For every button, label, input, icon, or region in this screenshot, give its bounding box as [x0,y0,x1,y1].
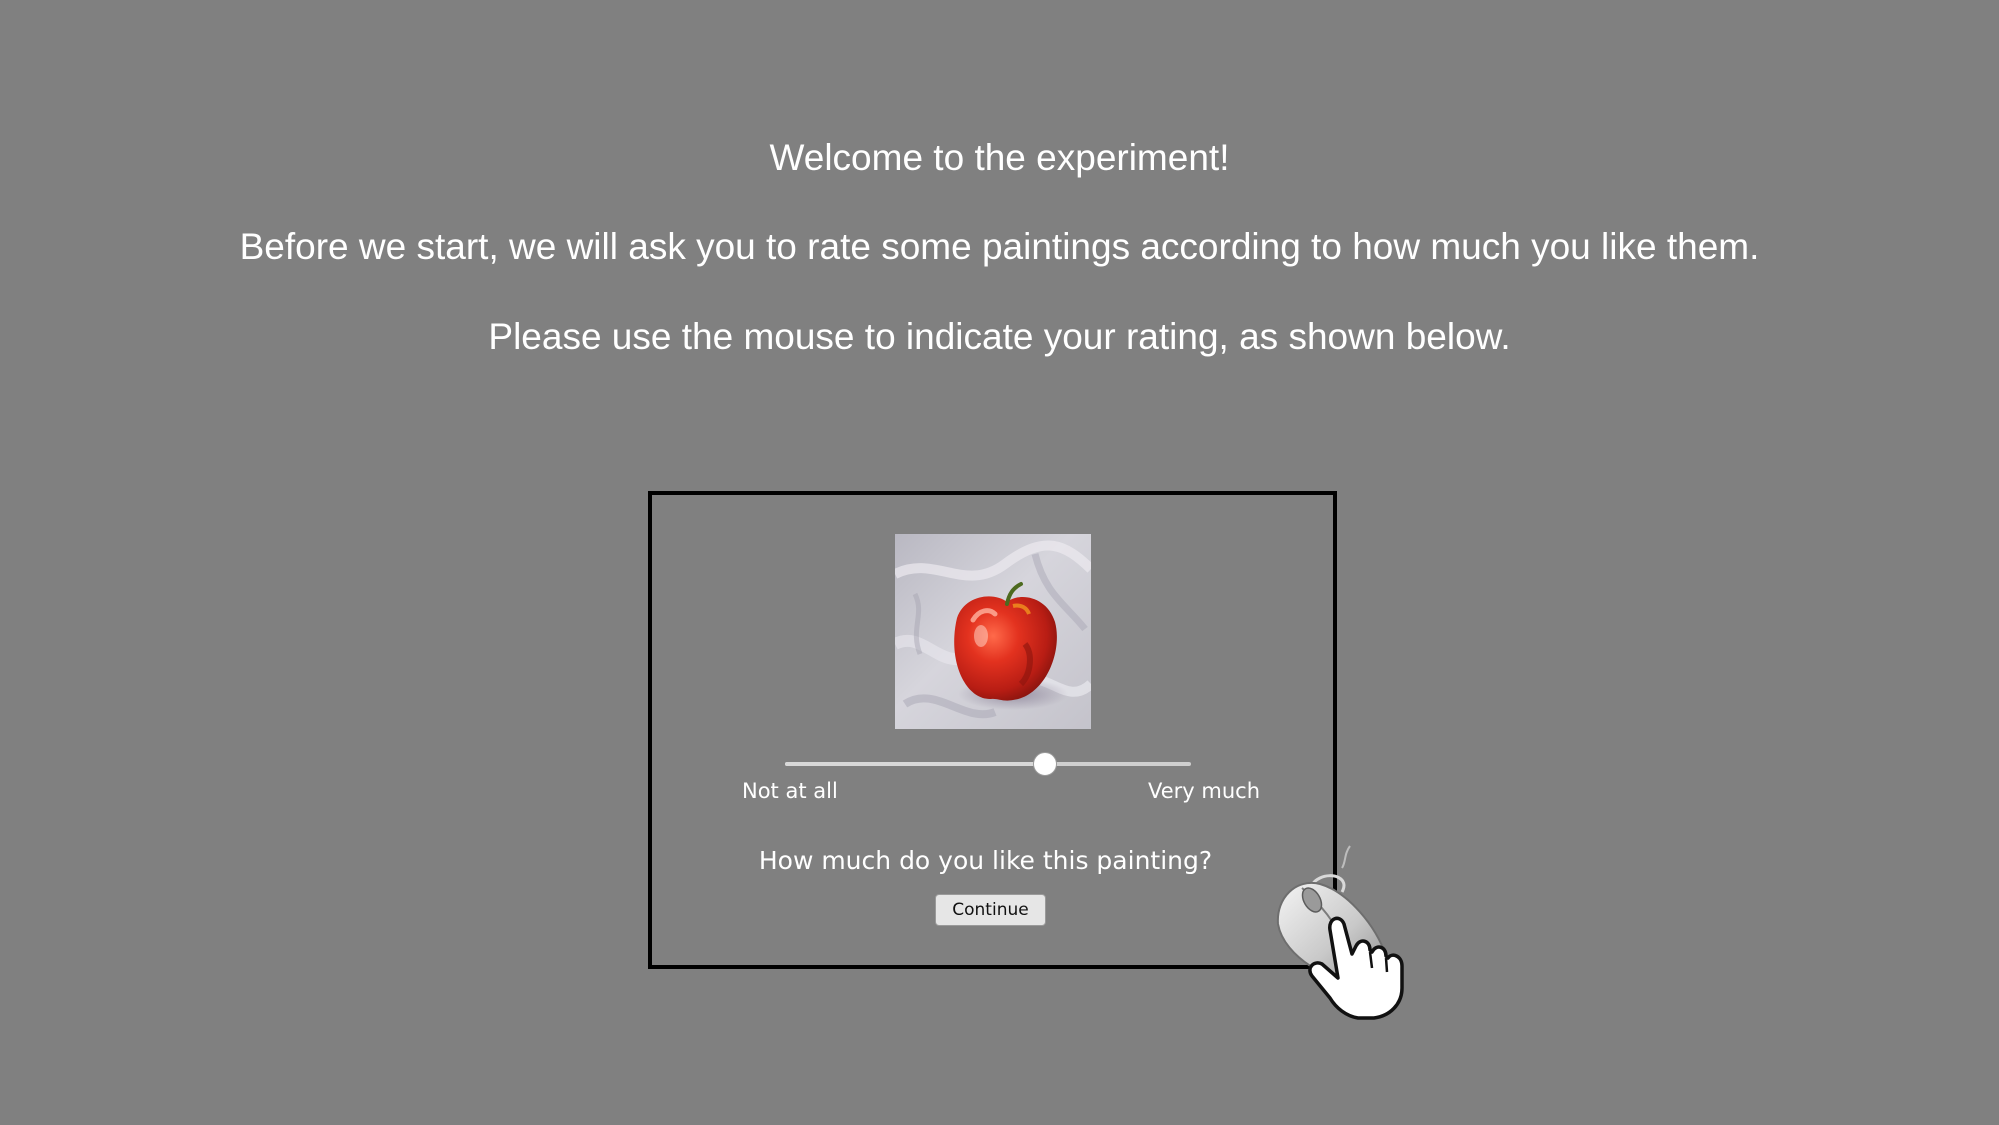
mouse-hint-text: Please use the mouse to indicate your ra… [488,316,1511,357]
rating-slider[interactable] [785,752,1191,776]
continue-button[interactable]: Continue [935,894,1046,926]
apple-painting-image [895,534,1091,729]
welcome-heading: Welcome to the experiment! [769,137,1230,178]
scale-max-label: Very much [1148,779,1261,803]
rating-intro-text: Before we start, we will ask you to rate… [239,226,1760,267]
slider-thumb[interactable] [1032,752,1057,776]
slider-fill [785,762,1045,766]
rating-question: How much do you like this painting? [758,846,1213,875]
scale-min-label: Not at all [742,779,838,803]
mouse-with-pointing-hand-icon [1272,828,1422,1024]
